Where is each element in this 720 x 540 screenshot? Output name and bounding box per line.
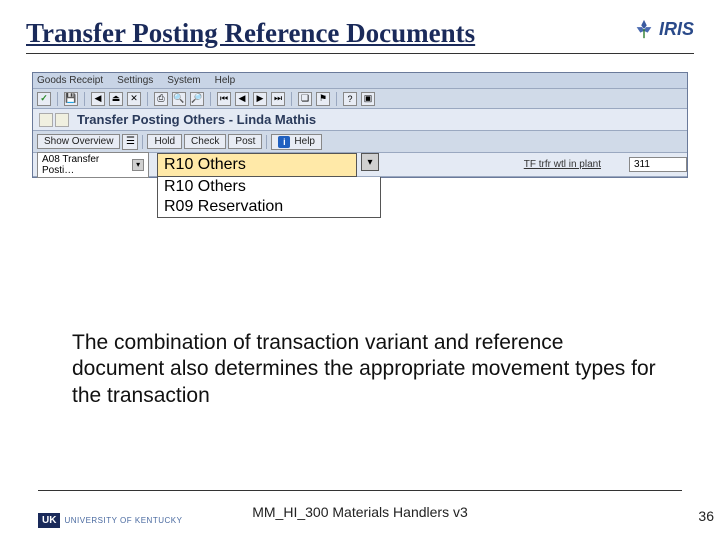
enter-icon[interactable]: ✓ — [37, 92, 51, 106]
sap-screenshot: Goods Receipt Settings System Help ✓ 💾 ◀… — [32, 72, 688, 178]
help-icon[interactable]: ? — [343, 92, 357, 106]
body-paragraph: The combination of transaction variant a… — [72, 330, 660, 409]
chevron-down-icon: ▾ — [132, 159, 144, 171]
help-button[interactable]: i Help — [271, 134, 322, 150]
standard-toolbar: ✓ 💾 ◀ ⏏ ✕ ⎙ 🔍 🔎 ⏮ ◀ ▶ ⏭ ❏ ⚑ ? — [33, 89, 687, 109]
post-button[interactable]: Post — [228, 134, 262, 149]
print-icon[interactable]: ⎙ — [154, 92, 168, 106]
combo1-value: A08 Transfer Posti… — [42, 154, 132, 176]
doc-icon[interactable] — [39, 113, 53, 127]
exit-icon[interactable]: ⏏ — [109, 92, 123, 106]
page-number: 36 — [698, 508, 714, 524]
uk-logo-abbr: UK — [38, 513, 60, 528]
layout-icon[interactable]: ▣ — [361, 92, 375, 106]
menu-system[interactable]: System — [167, 75, 200, 86]
doc2-icon[interactable] — [55, 113, 69, 127]
uk-logo-text: UNIVERSITY OF KENTUCKY — [64, 516, 182, 525]
window-title-bar: Transfer Posting Others - Linda Mathis — [33, 109, 687, 131]
menu-help[interactable]: Help — [215, 75, 236, 86]
prev-page-icon[interactable]: ◀ — [235, 92, 249, 106]
menu-goods-receipt[interactable]: Goods Receipt — [37, 75, 103, 86]
app-toolbar: Show Overview ☰ Hold Check Post i Help — [33, 131, 687, 153]
hold-button[interactable]: Hold — [147, 134, 182, 149]
reference-doc-combo[interactable]: R10 Others — [157, 153, 357, 177]
reference-doc-value: R10 Others — [164, 156, 246, 174]
next-page-icon[interactable]: ▶ — [253, 92, 267, 106]
field-row: A08 Transfer Posti… ▾ R10 Others ▾ R10 O… — [33, 153, 687, 177]
new-session-icon[interactable]: ❏ — [298, 92, 312, 106]
movement-type-field[interactable]: 311 — [629, 157, 687, 172]
save-icon[interactable]: 💾 — [64, 92, 78, 106]
find-next-icon[interactable]: 🔎 — [190, 92, 204, 106]
transaction-variant-combo[interactable]: A08 Transfer Posti… ▾ — [37, 152, 149, 178]
first-page-icon[interactable]: ⏮ — [217, 92, 231, 106]
footer-label: MM_HI_300 Materials Handlers v3 — [252, 504, 468, 520]
back-icon[interactable]: ◀ — [91, 92, 105, 106]
last-page-icon[interactable]: ⏭ — [271, 92, 285, 106]
collapse-icon[interactable]: ☰ — [122, 134, 138, 150]
show-overview-button[interactable]: Show Overview — [37, 134, 120, 149]
iris-logo-text: IRIS — [659, 19, 694, 40]
menu-settings[interactable]: Settings — [117, 75, 153, 86]
page-title: Transfer Posting Reference Documents — [26, 18, 475, 49]
movement-type-label: TF trfr wtl in plant — [524, 159, 601, 170]
menubar: Goods Receipt Settings System Help — [33, 73, 687, 89]
uk-logo: UK UNIVERSITY OF KENTUCKY — [38, 513, 182, 528]
check-button[interactable]: Check — [184, 134, 226, 149]
window-title: Transfer Posting Others - Linda Mathis — [77, 112, 316, 127]
find-icon[interactable]: 🔍 — [172, 92, 186, 106]
help-label: Help — [294, 136, 315, 147]
iris-logo: IRIS — [633, 18, 694, 40]
list-item[interactable]: R09 Reservation — [158, 197, 380, 217]
iris-flower-icon — [633, 18, 655, 40]
info-icon: i — [278, 136, 290, 148]
list-item[interactable]: R10 Others — [158, 177, 380, 197]
shortcut-icon[interactable]: ⚑ — [316, 92, 330, 106]
reference-doc-list: R10 Others R09 Reservation — [157, 177, 381, 218]
dropdown-button-icon[interactable]: ▾ — [361, 153, 379, 171]
cancel-icon[interactable]: ✕ — [127, 92, 141, 106]
